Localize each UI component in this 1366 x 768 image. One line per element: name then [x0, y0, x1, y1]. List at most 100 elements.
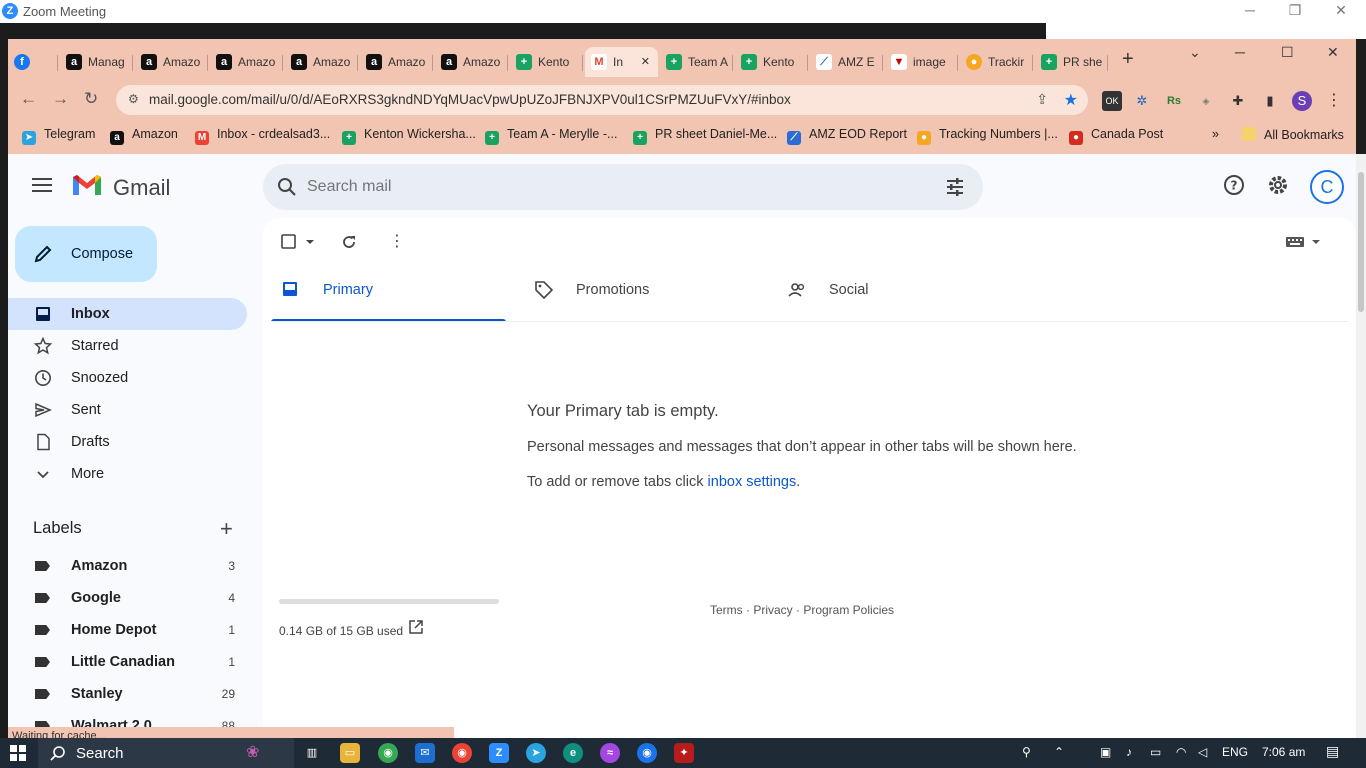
label-item[interactable]: Google 4: [8, 582, 247, 614]
forward-icon[interactable]: →: [52, 89, 69, 109]
zoom-minimize-button[interactable]: ─: [1240, 2, 1260, 18]
bookmark-item[interactable]: ● Tracking Numbers |...: [917, 127, 1058, 145]
extension-ok-icon[interactable]: OK: [1102, 91, 1122, 111]
browser-tab[interactable]: ⟋ AMZ E: [810, 47, 883, 77]
create-label-icon[interactable]: +: [220, 516, 233, 542]
bookmark-star-icon[interactable]: ★: [1064, 90, 1078, 110]
taskbar-search[interactable]: Search ❀: [38, 738, 294, 768]
clock-time[interactable]: 7:06 am: [1262, 745, 1305, 759]
meet-icon[interactable]: ▣: [1100, 745, 1111, 759]
scrollbar-thumb[interactable]: [1358, 172, 1364, 312]
browser-tab[interactable]: a Amazo: [210, 47, 283, 77]
account-avatar[interactable]: C: [1310, 170, 1344, 204]
extension-wheel-icon[interactable]: ✲: [1132, 91, 1152, 111]
search-icon[interactable]: [277, 177, 297, 197]
open-storage-icon[interactable]: [409, 620, 423, 634]
compose-button[interactable]: Compose: [15, 226, 157, 282]
browser-tab[interactable]: + Team A: [660, 47, 733, 77]
label-item[interactable]: Little Canadian 1: [8, 646, 247, 678]
refresh-icon[interactable]: [341, 234, 357, 255]
chrome-menu-icon[interactable]: ⋮: [1324, 91, 1344, 111]
browser-tab[interactable]: ▼ image: [885, 47, 958, 77]
browser-tab[interactable]: + PR she: [1035, 47, 1108, 77]
search-input[interactable]: [307, 175, 907, 199]
side-panel-icon[interactable]: ▮: [1260, 91, 1280, 111]
browser-tab[interactable]: f: [8, 47, 58, 77]
back-icon[interactable]: ←: [20, 89, 37, 109]
sidebar-item-drafts[interactable]: Drafts: [8, 426, 247, 458]
bookmark-item[interactable]: ● Canada Post: [1069, 127, 1163, 145]
extensions-puzzle-icon[interactable]: ✚: [1228, 91, 1248, 111]
tab-social[interactable]: Social: [777, 258, 1012, 322]
tab-close-icon[interactable]: ✕: [641, 55, 650, 68]
wifi-icon[interactable]: ◠: [1176, 745, 1186, 759]
share-icon[interactable]: ⇪: [1036, 91, 1048, 108]
page-scrollbar[interactable]: [1356, 154, 1366, 738]
windows-start-icon[interactable]: [10, 745, 26, 761]
browser-tab[interactable]: a Amazo: [360, 47, 433, 77]
zoom-taskbar-icon[interactable]: Z: [489, 743, 509, 763]
bookmark-item[interactable]: ⟋ AMZ EOD Report: [787, 127, 907, 145]
bookmarks-overflow-button[interactable]: »: [1212, 127, 1219, 141]
tab-search-icon[interactable]: ⌄: [1189, 44, 1201, 61]
sidebar-item-starred[interactable]: Starred: [8, 330, 247, 362]
tray-overflow-icon[interactable]: ⌃: [1054, 745, 1064, 759]
bookmark-item[interactable]: + Team A - Merylle -...: [485, 127, 617, 145]
main-menu-icon[interactable]: [32, 178, 52, 196]
browser-maximize-button[interactable]: ☐: [1281, 44, 1294, 61]
label-item[interactable]: Home Depot 1: [8, 614, 247, 646]
telegram-taskbar-icon[interactable]: ➤: [526, 743, 546, 763]
notifications-icon[interactable]: ▤: [1326, 743, 1339, 760]
messenger-taskbar-icon[interactable]: ≈: [600, 743, 620, 763]
keyboard-icon[interactable]: [1285, 234, 1325, 255]
app-taskbar-icon[interactable]: ✦: [674, 743, 694, 763]
sidebar-item-snoozed[interactable]: Snoozed: [8, 362, 247, 394]
browser-tab[interactable]: + Kento: [735, 47, 808, 77]
label-item[interactable]: Stanley 29: [8, 678, 247, 710]
browser-tab[interactable]: + Kento: [510, 47, 583, 77]
language-indicator[interactable]: ENG: [1222, 745, 1248, 759]
browser-close-button[interactable]: ✕: [1327, 44, 1339, 61]
profile-avatar[interactable]: S: [1292, 91, 1312, 111]
browser-tab[interactable]: a Amazo: [435, 47, 508, 77]
select-all-checkbox[interactable]: [281, 234, 321, 255]
microphone-icon[interactable]: ♪: [1126, 745, 1132, 759]
help-icon[interactable]: ?: [1223, 174, 1245, 196]
mail-app-icon[interactable]: ✉: [415, 743, 435, 763]
more-options-icon[interactable]: ⋮: [389, 231, 405, 251]
sidebar-item-sent[interactable]: Sent: [8, 394, 247, 426]
sidebar-item-inbox[interactable]: Inbox: [8, 298, 247, 330]
address-bar[interactable]: ⚙ mail.google.com/mail/u/0/d/AEoRXRS3gkn…: [116, 85, 1088, 115]
bookmark-item[interactable]: + Kenton Wickersha...: [342, 127, 476, 145]
browser-tab[interactable]: a Amazo: [135, 47, 208, 77]
extension-logo-icon[interactable]: ◈: [1196, 91, 1216, 111]
battery-icon[interactable]: ▭: [1150, 745, 1161, 759]
edge-taskbar-icon[interactable]: e: [563, 743, 583, 763]
chrome-profile-icon[interactable]: ◉: [452, 743, 472, 763]
volume-icon[interactable]: ◁: [1198, 745, 1207, 759]
inbox-settings-link[interactable]: inbox settings: [708, 474, 797, 490]
tab-primary[interactable]: Primary: [271, 258, 506, 322]
bookmark-item[interactable]: a Amazon: [110, 127, 178, 145]
label-item[interactable]: Amazon 3: [8, 550, 247, 582]
browser-tab[interactable]: a Amazo: [285, 47, 358, 77]
people-icon[interactable]: ⚲: [1022, 745, 1031, 759]
all-bookmarks-button[interactable]: All Bookmarks: [1242, 127, 1344, 142]
bookmark-item[interactable]: + PR sheet Daniel-Me...: [633, 127, 777, 145]
bookmark-item[interactable]: ➤ Telegram: [22, 127, 95, 145]
chrome-taskbar-icon[interactable]: ◉: [378, 743, 398, 763]
task-view-icon[interactable]: ▥: [302, 743, 322, 763]
zoom-close-button[interactable]: ✕: [1331, 2, 1351, 19]
file-explorer-icon[interactable]: ▭: [340, 743, 360, 763]
chrome-active-taskbar-icon[interactable]: ◉: [637, 743, 657, 763]
new-tab-button[interactable]: +: [1122, 48, 1146, 78]
browser-tab[interactable]: ● Trackir: [960, 47, 1033, 77]
browser-tab[interactable]: a Manag: [60, 47, 133, 77]
reload-icon[interactable]: ↻: [84, 89, 98, 109]
bookmark-item[interactable]: M Inbox - crdealsad3...: [195, 127, 330, 145]
footer-links[interactable]: Terms · Privacy · Program Policies: [710, 603, 894, 617]
browser-tab[interactable]: M In ✕: [585, 47, 658, 77]
gear-icon[interactable]: [1267, 174, 1289, 196]
sidebar-item-more[interactable]: More: [8, 458, 247, 490]
search-options-icon[interactable]: [945, 177, 965, 197]
